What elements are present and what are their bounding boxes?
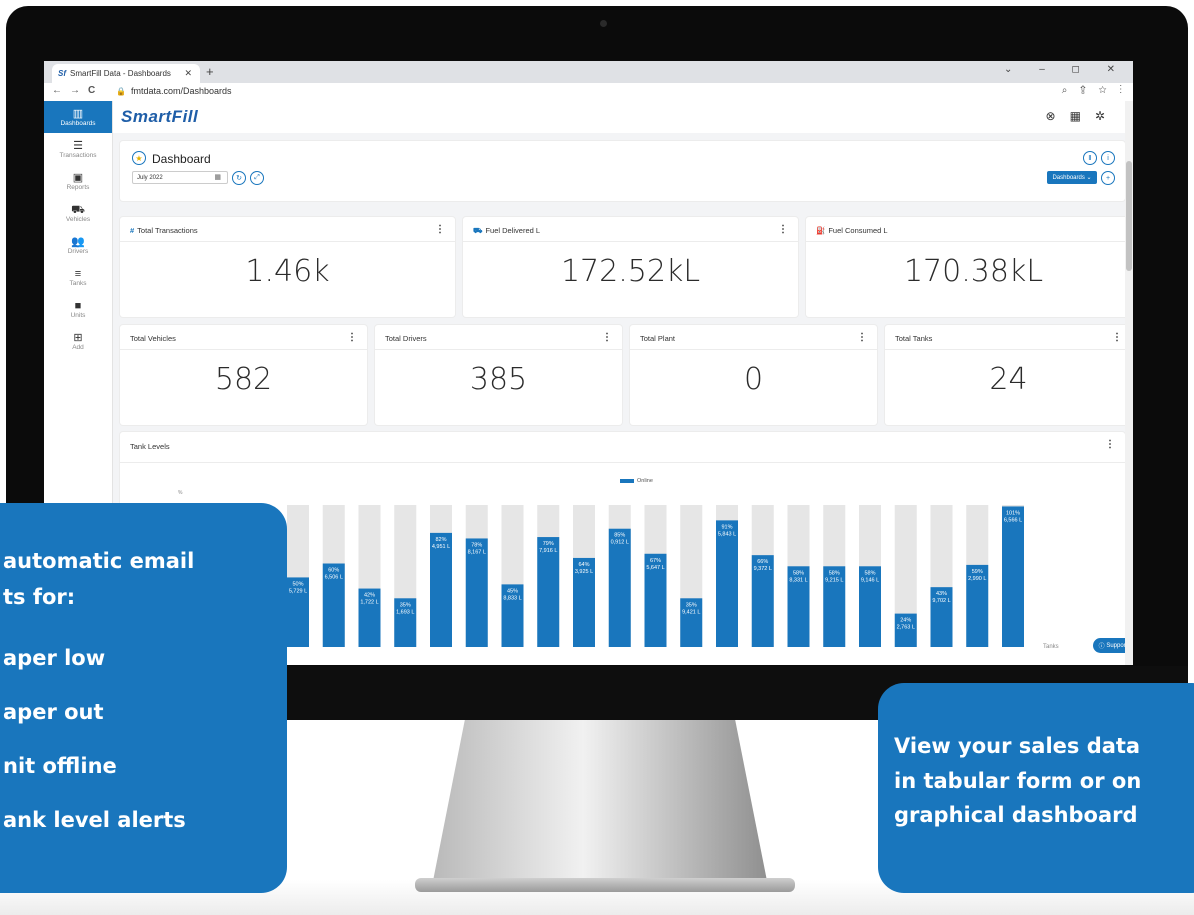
dashboard-callout: View your sales data in tabular form or o…: [878, 683, 1194, 893]
callout-layer: automatic email ts for: aper low aper out ni…: [0, 0, 1194, 915]
callout-line: nit offline: [3, 754, 117, 778]
callout-line: aper out: [3, 700, 104, 724]
callout-line: ank level alerts: [3, 808, 186, 832]
callout-line: graphical dashboard: [894, 803, 1138, 827]
callout-line: automatic email: [3, 549, 195, 573]
callout-line: View your sales data: [894, 734, 1141, 758]
email-alerts-callout: automatic email ts for: aper low aper out ni…: [0, 503, 287, 893]
callout-line: aper low: [3, 646, 106, 670]
callout-line: ts for:: [3, 585, 76, 609]
callout-line: in tabular form or on: [894, 769, 1142, 793]
